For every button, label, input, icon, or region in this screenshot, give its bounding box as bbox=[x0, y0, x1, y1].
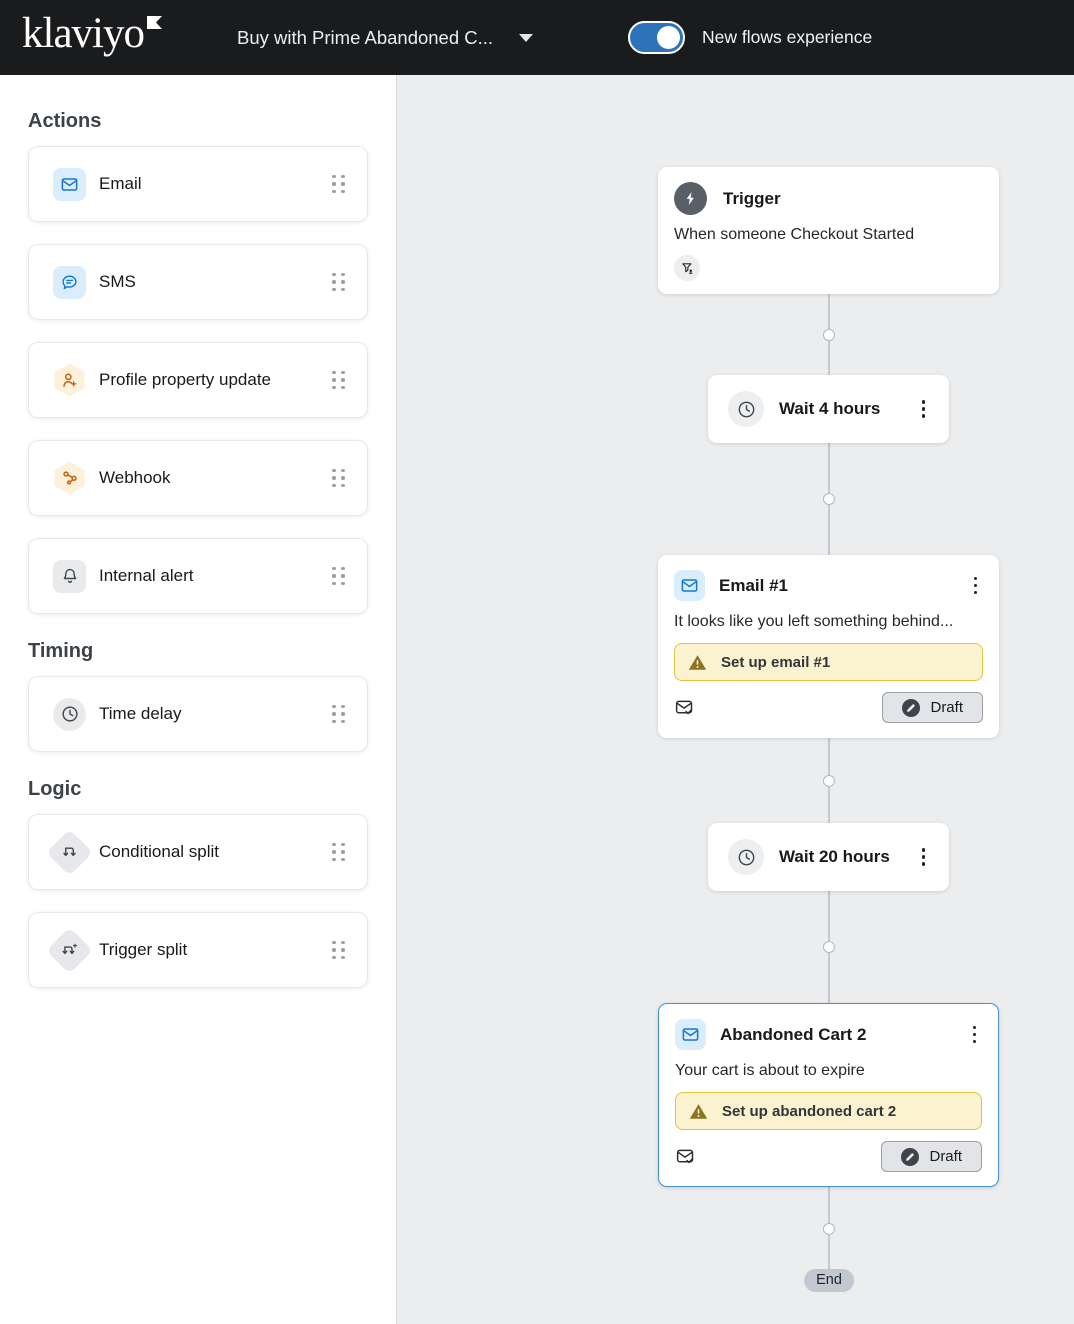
flow-title-dropdown[interactable]: Buy with Prime Abandoned C... bbox=[237, 0, 533, 75]
wait-step-label: Wait 20 hours bbox=[779, 847, 918, 867]
conditional-split-icon bbox=[46, 829, 93, 876]
connector-node-dot[interactable] bbox=[823, 493, 835, 505]
palette-item-label: Internal alert bbox=[99, 566, 332, 586]
toggle-label: New flows experience bbox=[702, 27, 872, 48]
sms-icon bbox=[53, 266, 86, 299]
palette-item-label: Email bbox=[99, 174, 332, 194]
wait-step-label: Wait 4 hours bbox=[779, 399, 918, 419]
connector-node-dot[interactable] bbox=[823, 941, 835, 953]
email-subject: Your cart is about to expire bbox=[659, 1050, 998, 1080]
trigger-split-icon bbox=[46, 927, 93, 974]
kebab-menu-icon[interactable] bbox=[918, 844, 930, 870]
palette-item-internal-alert[interactable]: Internal alert bbox=[28, 538, 368, 614]
kebab-menu-icon[interactable] bbox=[969, 1022, 981, 1048]
palette-item-profile-property-update[interactable]: Profile property update bbox=[28, 342, 368, 418]
wait-step-card[interactable]: Wait 4 hours bbox=[708, 375, 949, 443]
pencil-circle-icon bbox=[902, 699, 920, 717]
email-card-footer: Draft bbox=[674, 692, 983, 723]
trigger-card[interactable]: Trigger When someone Checkout Started bbox=[658, 167, 999, 294]
trigger-card-title: Trigger bbox=[723, 189, 781, 209]
palette-item-label: Profile property update bbox=[99, 370, 332, 390]
envelope-check-icon bbox=[675, 1146, 696, 1167]
webhook-icon bbox=[53, 462, 86, 495]
toggle-knob bbox=[657, 26, 680, 49]
connector-node-dot[interactable] bbox=[823, 775, 835, 787]
email-card-header: Email #1 bbox=[658, 555, 999, 601]
email-card-footer: Draft bbox=[675, 1141, 982, 1172]
email-subject: It looks like you left something behind.… bbox=[658, 601, 999, 631]
connector-node-dot[interactable] bbox=[823, 329, 835, 341]
klaviyo-flag-icon bbox=[147, 16, 162, 29]
section-title-timing: Timing bbox=[28, 640, 368, 663]
drag-handle-icon[interactable] bbox=[332, 941, 345, 960]
warning-triangle-icon bbox=[688, 654, 707, 671]
connector-node-dot[interactable] bbox=[823, 1223, 835, 1235]
clock-icon bbox=[53, 698, 86, 731]
email-card-title: Abandoned Cart 2 bbox=[720, 1025, 955, 1045]
drag-handle-icon[interactable] bbox=[332, 175, 345, 194]
klaviyo-logo[interactable]: klaviyo bbox=[22, 10, 162, 57]
palette-item-time-delay[interactable]: Time delay bbox=[28, 676, 368, 752]
email-step-card[interactable]: Email #1 It looks like you left somethin… bbox=[658, 555, 999, 738]
trigger-card-header: Trigger bbox=[674, 182, 981, 215]
palette-item-email[interactable]: Email bbox=[28, 146, 368, 222]
palette-item-label: SMS bbox=[99, 272, 332, 292]
bell-icon bbox=[53, 560, 86, 593]
drag-handle-icon[interactable] bbox=[332, 371, 345, 390]
email-card-header: Abandoned Cart 2 bbox=[659, 1004, 998, 1050]
trigger-description: When someone Checkout Started bbox=[674, 226, 981, 244]
trigger-filter-chip[interactable] bbox=[674, 255, 700, 281]
envelope-check-icon bbox=[674, 697, 695, 718]
palette-item-label: Conditional split bbox=[99, 842, 332, 862]
drag-handle-icon[interactable] bbox=[332, 705, 345, 724]
kebab-menu-icon[interactable] bbox=[918, 396, 930, 422]
status-badge: Draft bbox=[881, 1141, 982, 1172]
email-icon bbox=[674, 570, 705, 601]
palette-item-label: Trigger split bbox=[99, 940, 332, 960]
palette-item-conditional-split[interactable]: Conditional split bbox=[28, 814, 368, 890]
palette-item-label: Time delay bbox=[99, 704, 332, 724]
status-badge-label: Draft bbox=[930, 699, 963, 716]
flow-canvas[interactable]: Trigger When someone Checkout Started Wa… bbox=[397, 75, 1074, 1324]
klaviyo-logo-text: klaviyo bbox=[22, 10, 144, 57]
lightning-bolt-icon bbox=[674, 182, 707, 215]
section-title-actions: Actions bbox=[28, 110, 368, 133]
kebab-menu-icon[interactable] bbox=[970, 573, 982, 599]
palette-item-webhook[interactable]: Webhook bbox=[28, 440, 368, 516]
new-flows-toggle-group: New flows experience bbox=[628, 0, 872, 75]
palette-item-sms[interactable]: SMS bbox=[28, 244, 368, 320]
email-step-card-selected[interactable]: Abandoned Cart 2 Your cart is about to e… bbox=[658, 1003, 999, 1187]
drag-handle-icon[interactable] bbox=[332, 843, 345, 862]
section-title-logic: Logic bbox=[28, 778, 368, 801]
flow-end-badge: End bbox=[804, 1269, 854, 1292]
chevron-down-icon bbox=[519, 34, 533, 42]
new-flows-toggle[interactable] bbox=[628, 21, 685, 54]
setup-warning-banner[interactable]: Set up abandoned cart 2 bbox=[675, 1092, 982, 1130]
setup-warning-banner[interactable]: Set up email #1 bbox=[674, 643, 983, 681]
wait-step-card[interactable]: Wait 20 hours bbox=[708, 823, 949, 891]
step-palette-sidebar: Actions Email SMS Profile property updat… bbox=[0, 75, 397, 1324]
palette-item-label: Webhook bbox=[99, 468, 332, 488]
email-icon bbox=[675, 1019, 706, 1050]
clock-icon bbox=[728, 391, 764, 427]
pencil-circle-icon bbox=[901, 1148, 919, 1166]
clock-icon bbox=[728, 839, 764, 875]
email-icon bbox=[53, 168, 86, 201]
setup-warning-text: Set up abandoned cart 2 bbox=[722, 1103, 896, 1120]
status-badge-label: Draft bbox=[929, 1148, 962, 1165]
drag-handle-icon[interactable] bbox=[332, 273, 345, 292]
warning-triangle-icon bbox=[689, 1103, 708, 1120]
email-card-title: Email #1 bbox=[719, 576, 956, 596]
drag-handle-icon[interactable] bbox=[332, 469, 345, 488]
palette-item-trigger-split[interactable]: Trigger split bbox=[28, 912, 368, 988]
drag-handle-icon[interactable] bbox=[332, 567, 345, 586]
app-header: klaviyo Buy with Prime Abandoned C... Ne… bbox=[0, 0, 1074, 75]
status-badge: Draft bbox=[882, 692, 983, 723]
profile-property-icon bbox=[53, 364, 86, 397]
setup-warning-text: Set up email #1 bbox=[721, 654, 830, 671]
flow-title: Buy with Prime Abandoned C... bbox=[237, 27, 493, 49]
filter-user-icon bbox=[680, 261, 695, 276]
